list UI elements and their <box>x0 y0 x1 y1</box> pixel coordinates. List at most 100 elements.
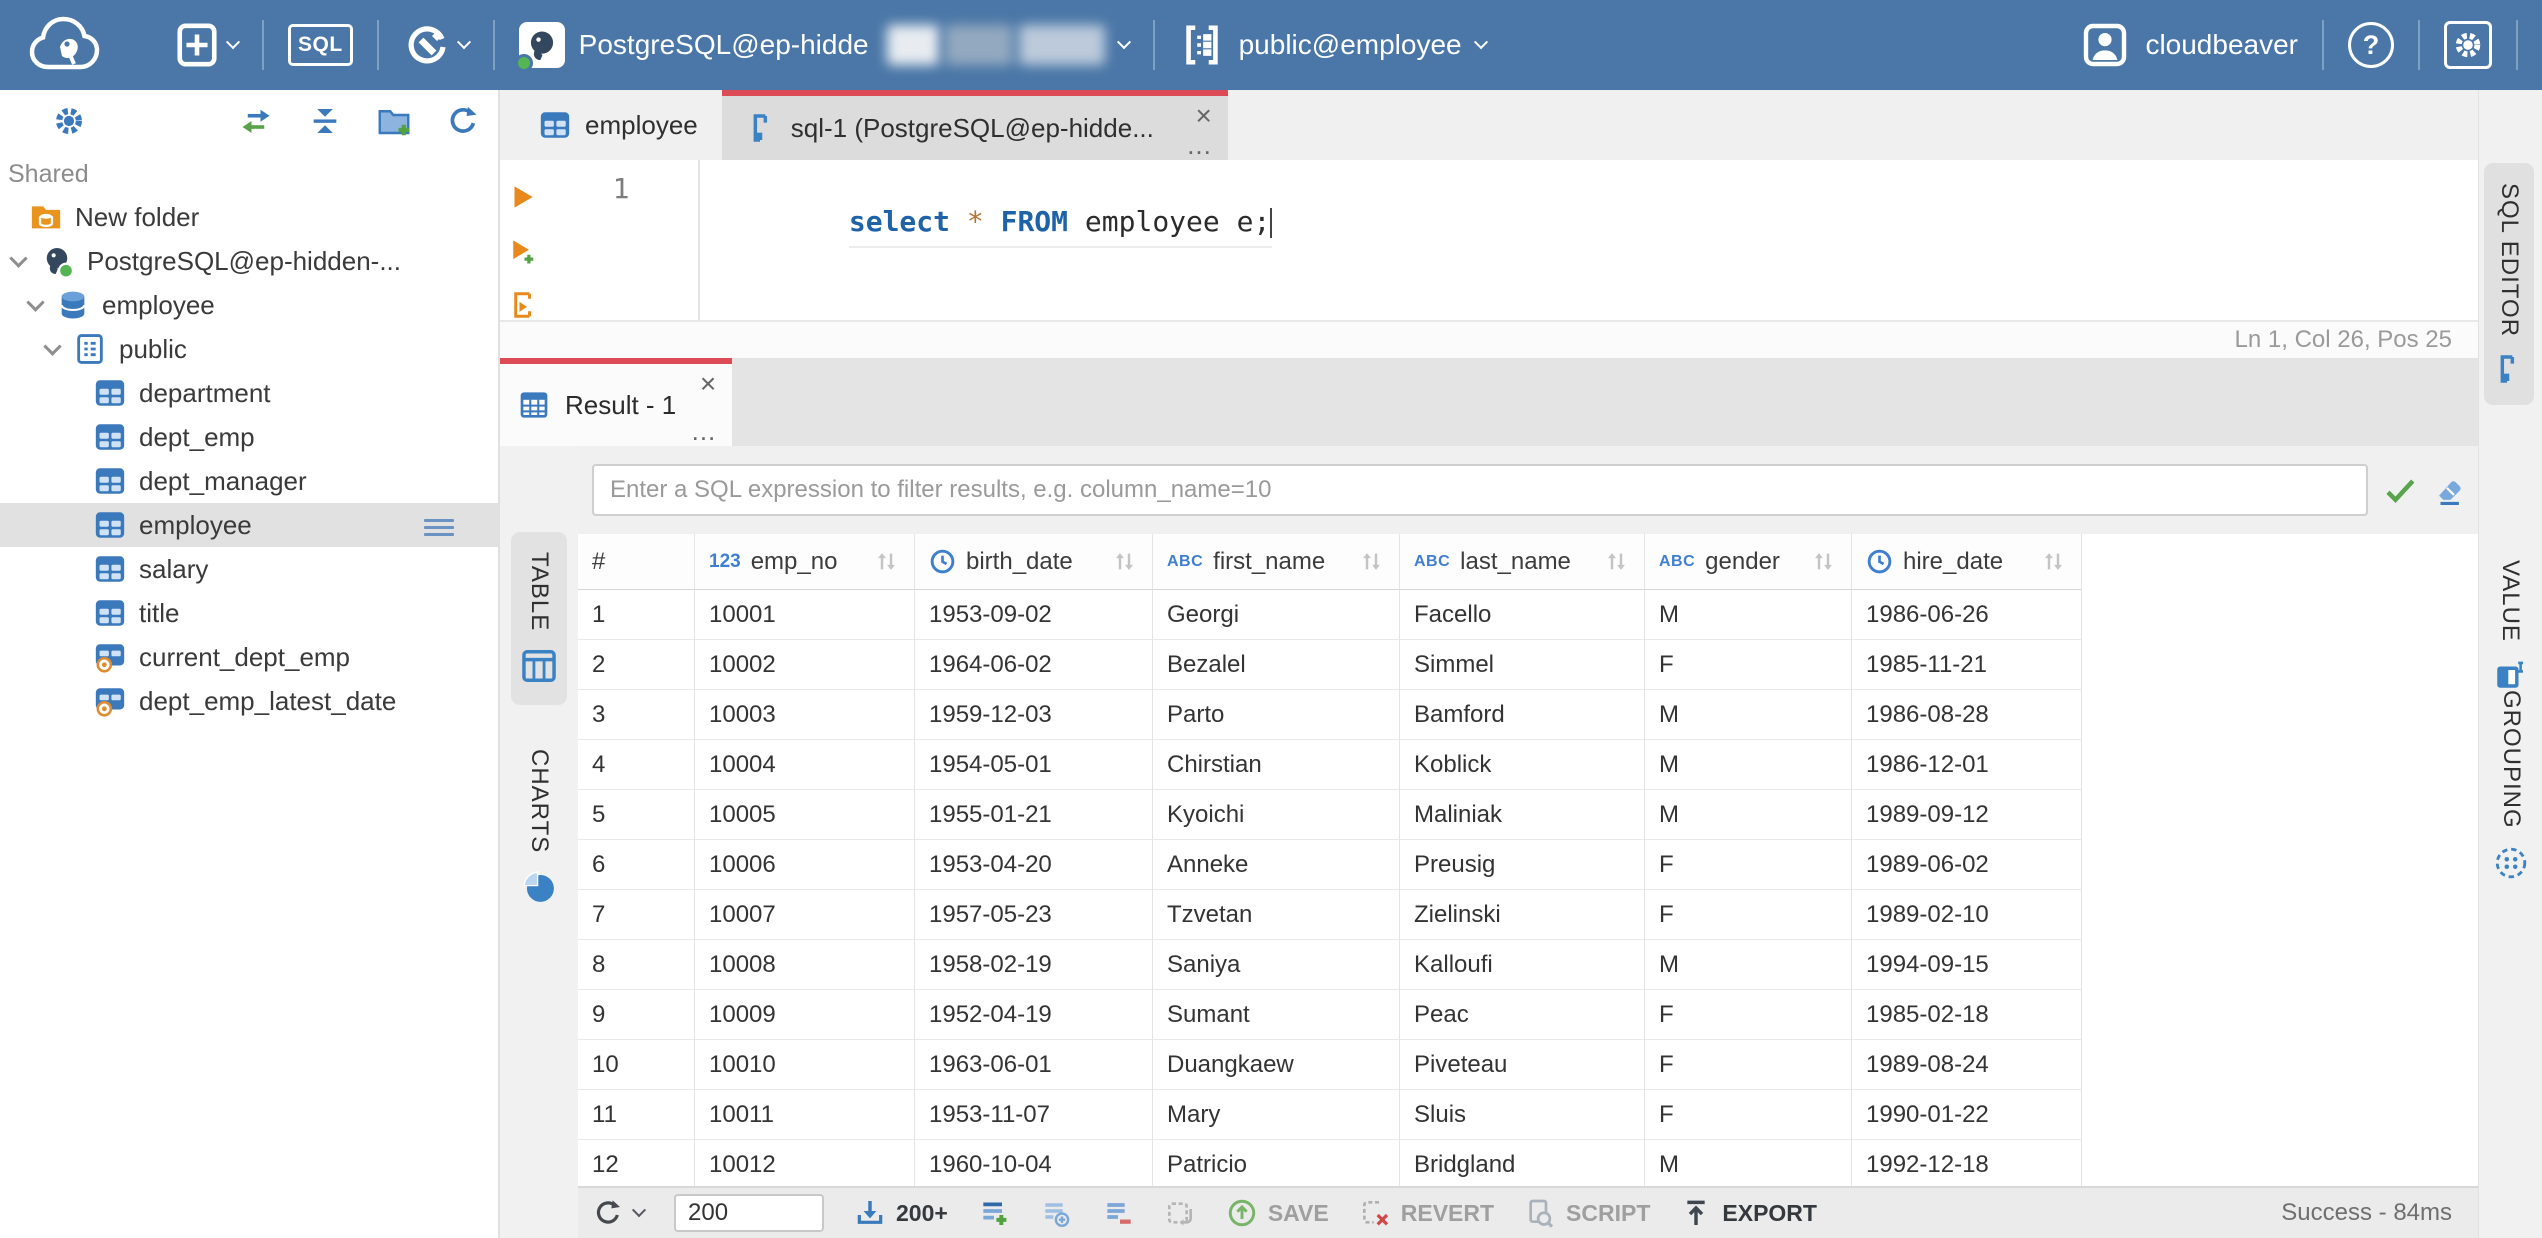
filter-input[interactable] <box>592 464 2368 516</box>
tab-table[interactable]: TABLE <box>511 532 567 706</box>
data-cell[interactable]: F <box>1645 990 1852 1040</box>
data-cell[interactable]: 1955-01-21 <box>915 790 1153 840</box>
execute-query-icon[interactable] <box>507 182 537 212</box>
save-button[interactable]: SAVE <box>1226 1197 1329 1229</box>
data-cell[interactable]: 10005 <box>695 790 915 840</box>
refresh-result-button[interactable] <box>592 1197 647 1229</box>
close-icon[interactable]: × <box>1196 102 1212 130</box>
column-header-hire_date[interactable]: hire_date <box>1852 534 2082 590</box>
fetch-more-button[interactable]: 200+ <box>854 1197 948 1229</box>
sidebar-item-postgresql-ep-hidden-[interactable]: PostgreSQL@ep-hidden-... <box>0 239 498 283</box>
data-cell[interactable]: 1964-06-02 <box>915 640 1153 690</box>
sidebar-item-new-folder[interactable]: New folder <box>0 195 498 239</box>
data-cell[interactable]: Maliniak <box>1400 790 1645 840</box>
sidebar-item-dept-emp-latest-date[interactable]: dept_emp_latest_date <box>0 679 498 723</box>
revert-button[interactable]: REVERT <box>1359 1197 1494 1229</box>
data-cell[interactable]: 1953-11-07 <box>915 1090 1153 1140</box>
apply-filter-icon[interactable] <box>2382 472 2418 508</box>
data-cell[interactable]: Piveteau <box>1400 1040 1645 1090</box>
chevron-down-icon[interactable] <box>26 292 45 312</box>
tab-charts[interactable]: CHARTS <box>513 729 565 923</box>
data-cell[interactable]: Facello <box>1400 590 1645 640</box>
data-cell[interactable]: 1986-06-26 <box>1852 590 2082 640</box>
data-cell[interactable]: 1985-11-21 <box>1852 640 2082 690</box>
sidebar-item-employee[interactable]: employee <box>0 503 498 547</box>
data-cell[interactable]: Zielinski <box>1400 890 1645 940</box>
chevron-down-icon[interactable] <box>9 248 28 268</box>
data-cell[interactable]: 10006 <box>695 840 915 890</box>
script-button[interactable]: SCRIPT <box>1524 1197 1650 1229</box>
data-cell[interactable]: 10003 <box>695 690 915 740</box>
data-cell[interactable]: 10007 <box>695 890 915 940</box>
schema-selector[interactable]: public@employee <box>1179 22 1488 68</box>
new-sql-editor-button[interactable]: SQL <box>288 24 353 66</box>
collapse-all-icon[interactable] <box>308 104 342 138</box>
data-cell[interactable]: 10008 <box>695 940 915 990</box>
tab-value-panel[interactable]: VALUE <box>2484 560 2536 692</box>
data-cell[interactable]: 1986-08-28 <box>1852 690 2082 740</box>
data-cell[interactable]: 1952-04-19 <box>915 990 1153 1040</box>
sort-icon[interactable] <box>2040 548 2067 575</box>
code-area[interactable]: select * FROM employee e; <box>700 160 2478 320</box>
data-cell[interactable]: M <box>1645 590 1852 640</box>
data-cell[interactable]: Saniya <box>1153 940 1400 990</box>
data-cell[interactable]: M <box>1645 1140 1852 1186</box>
sql-editor[interactable]: 1 select * FROM employee e; <box>500 160 2478 320</box>
preview-changes-icon[interactable] <box>1164 1197 1196 1229</box>
data-cell[interactable]: 1959-12-03 <box>915 690 1153 740</box>
data-cell[interactable]: M <box>1645 690 1852 740</box>
user-menu[interactable]: cloudbeaver <box>2081 21 2298 69</box>
sort-icon[interactable] <box>873 548 900 575</box>
tab-sql-editor-vertical[interactable]: SQL EDITOR <box>2484 163 2534 406</box>
data-cell[interactable]: Bezalel <box>1153 640 1400 690</box>
column-header-emp_no[interactable]: 123 emp_no <box>695 534 915 590</box>
sidebar-settings-icon[interactable] <box>52 104 86 138</box>
data-cell[interactable]: Kalloufi <box>1400 940 1645 990</box>
tree-item-menu-icon[interactable] <box>424 515 454 540</box>
refresh-tree-icon[interactable] <box>446 104 480 138</box>
data-cell[interactable]: 10012 <box>695 1140 915 1186</box>
data-cell[interactable]: 10001 <box>695 590 915 640</box>
data-cell[interactable]: 1953-09-02 <box>915 590 1153 640</box>
data-cell[interactable]: Simmel <box>1400 640 1645 690</box>
data-cell[interactable]: 1953-04-20 <box>915 840 1153 890</box>
sort-icon[interactable] <box>1603 548 1630 575</box>
sidebar-item-department[interactable]: department <box>0 371 498 415</box>
data-cell[interactable]: Georgi <box>1153 590 1400 640</box>
data-cell[interactable]: Kyoichi <box>1153 790 1400 840</box>
data-cell[interactable]: F <box>1645 640 1852 690</box>
sidebar-item-salary[interactable]: salary <box>0 547 498 591</box>
data-cell[interactable]: F <box>1645 840 1852 890</box>
settings-button[interactable] <box>2444 21 2492 69</box>
data-cell[interactable]: M <box>1645 790 1852 840</box>
add-row-icon[interactable] <box>978 1197 1010 1229</box>
driver-manager-button[interactable] <box>403 21 471 69</box>
data-cell[interactable]: 10009 <box>695 990 915 1040</box>
export-button[interactable]: EXPORT <box>1680 1197 1817 1229</box>
data-cell[interactable]: 1958-02-19 <box>915 940 1153 990</box>
data-cell[interactable]: F <box>1645 1040 1852 1090</box>
add-folder-icon[interactable] <box>376 103 412 139</box>
sidebar-item-public[interactable]: public <box>0 327 498 371</box>
data-cell[interactable]: Patricio <box>1153 1140 1400 1186</box>
sync-connection-icon[interactable] <box>238 103 274 139</box>
data-cell[interactable]: Koblick <box>1400 740 1645 790</box>
editor-tab-employee[interactable]: employee <box>514 90 722 160</box>
data-cell[interactable]: 1989-09-12 <box>1852 790 2082 840</box>
data-cell[interactable]: M <box>1645 740 1852 790</box>
data-cell[interactable]: Chirstian <box>1153 740 1400 790</box>
sidebar-item-current-dept-emp[interactable]: current_dept_emp <box>0 635 498 679</box>
data-cell[interactable]: 1989-02-10 <box>1852 890 2082 940</box>
data-cell[interactable]: 1957-05-23 <box>915 890 1153 940</box>
tab-grouping-panel[interactable]: GROUPING <box>2484 690 2538 881</box>
sidebar-item-dept-emp[interactable]: dept_emp <box>0 415 498 459</box>
sidebar-item-dept-manager[interactable]: dept_manager <box>0 459 498 503</box>
data-cell[interactable]: Parto <box>1153 690 1400 740</box>
result-tab[interactable]: Result - 1 × ... <box>500 358 733 446</box>
data-cell[interactable]: 1986-12-01 <box>1852 740 2082 790</box>
connection-selector[interactable]: PostgreSQL@ep-hidde <box>514 22 1131 72</box>
data-cell[interactable]: 10002 <box>695 640 915 690</box>
data-cell[interactable]: F <box>1645 890 1852 940</box>
column-header-birth_date[interactable]: birth_date <box>915 534 1153 590</box>
data-cell[interactable]: Tzvetan <box>1153 890 1400 940</box>
